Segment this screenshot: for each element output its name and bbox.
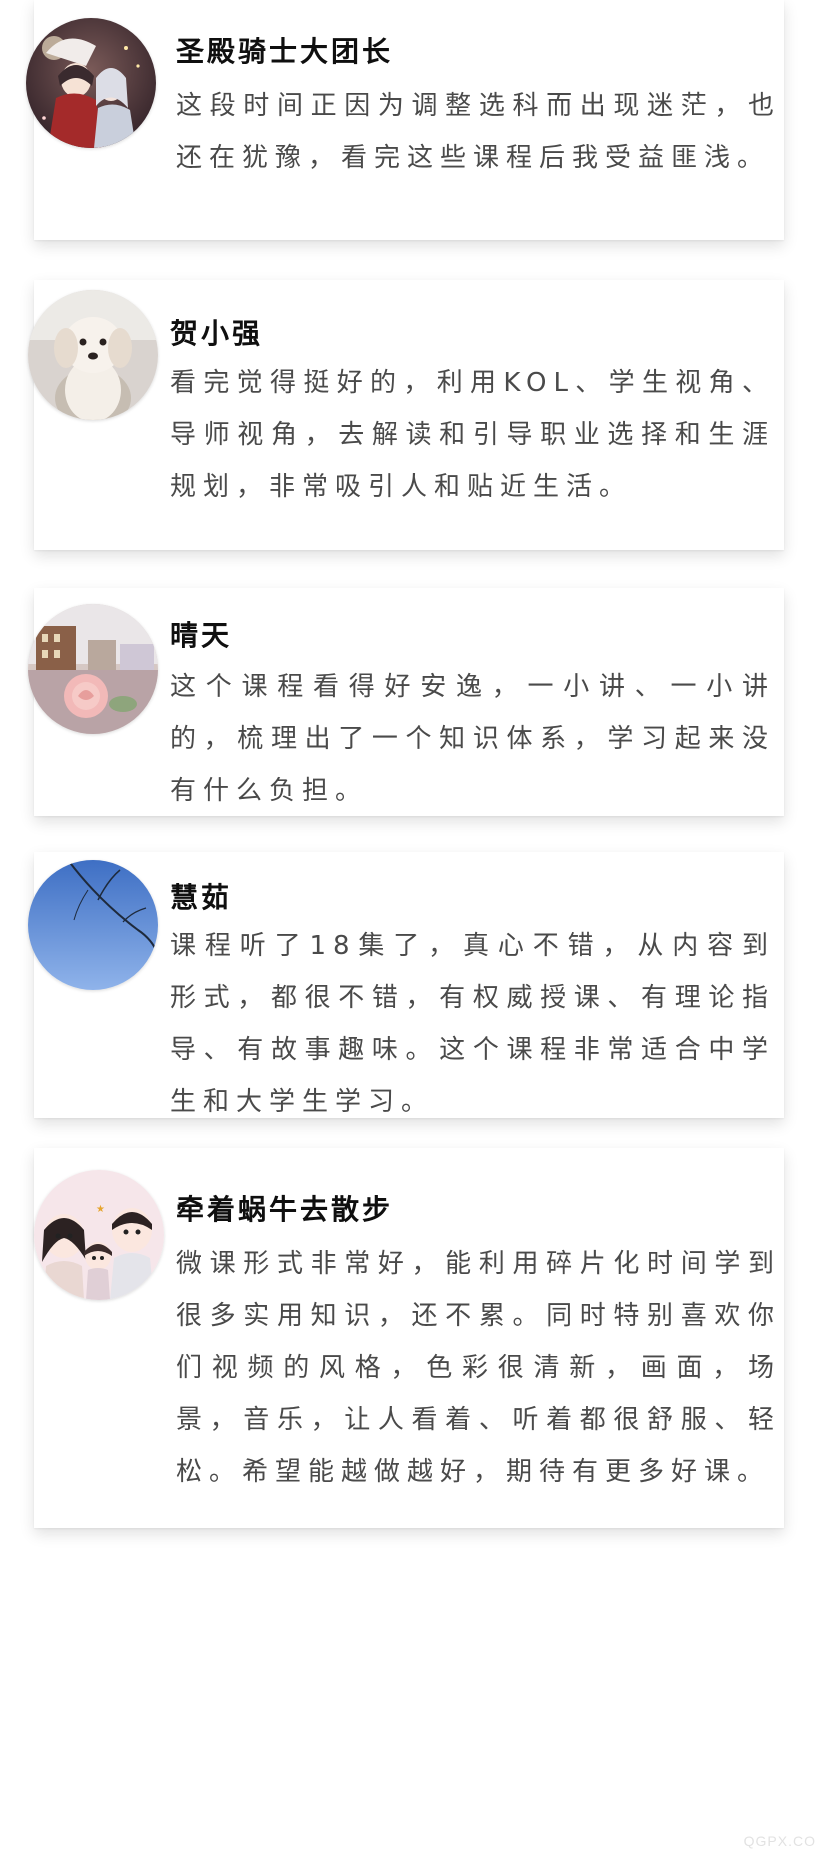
reviewer-name: 贺小强 [170, 317, 264, 350]
anime-girls-avatar-icon[interactable] [26, 18, 156, 148]
reviewer-name: 晴天 [170, 619, 233, 652]
review-comment: 课程听了18集了，真心不错，从内容到形式，都很不错，有权威授课、有理论指导、有故… [170, 931, 775, 1117]
cartoon-family-avatar-icon[interactable]: ★ [34, 1170, 164, 1300]
reviewer-name: 牵着蜗牛去散步 [176, 1193, 394, 1226]
review-comment: 这个课程看得好安逸，一小讲、一小讲的，梳理出了一个知识体系，学习起来没有什么负担… [170, 672, 775, 806]
review-comment: 看完觉得挺好的，利用KOL、学生视角、导师视角，去解读和引导职业选择和生涯规划，… [170, 368, 775, 502]
review-comment: 这段时间正因为调整选科而出现迷茫，也还在犹豫，看完这些课程后我受益匪浅。 [176, 91, 781, 173]
reviewer-name: 圣殿骑士大团长 [176, 35, 394, 68]
rose-town-avatar-icon[interactable] [28, 604, 158, 734]
reviewer-name: 慧茹 [170, 881, 233, 914]
white-dog-avatar-icon[interactable] [28, 290, 158, 420]
watermark: QGPX.CO [743, 1833, 816, 1849]
review-comment: 微课形式非常好，能利用碎片化时间学到很多实用知识，还不累。同时特别喜欢你们视频的… [176, 1249, 781, 1487]
blue-sky-branches-avatar-icon[interactable] [28, 860, 158, 990]
svg-text:★: ★ [96, 1204, 105, 1215]
